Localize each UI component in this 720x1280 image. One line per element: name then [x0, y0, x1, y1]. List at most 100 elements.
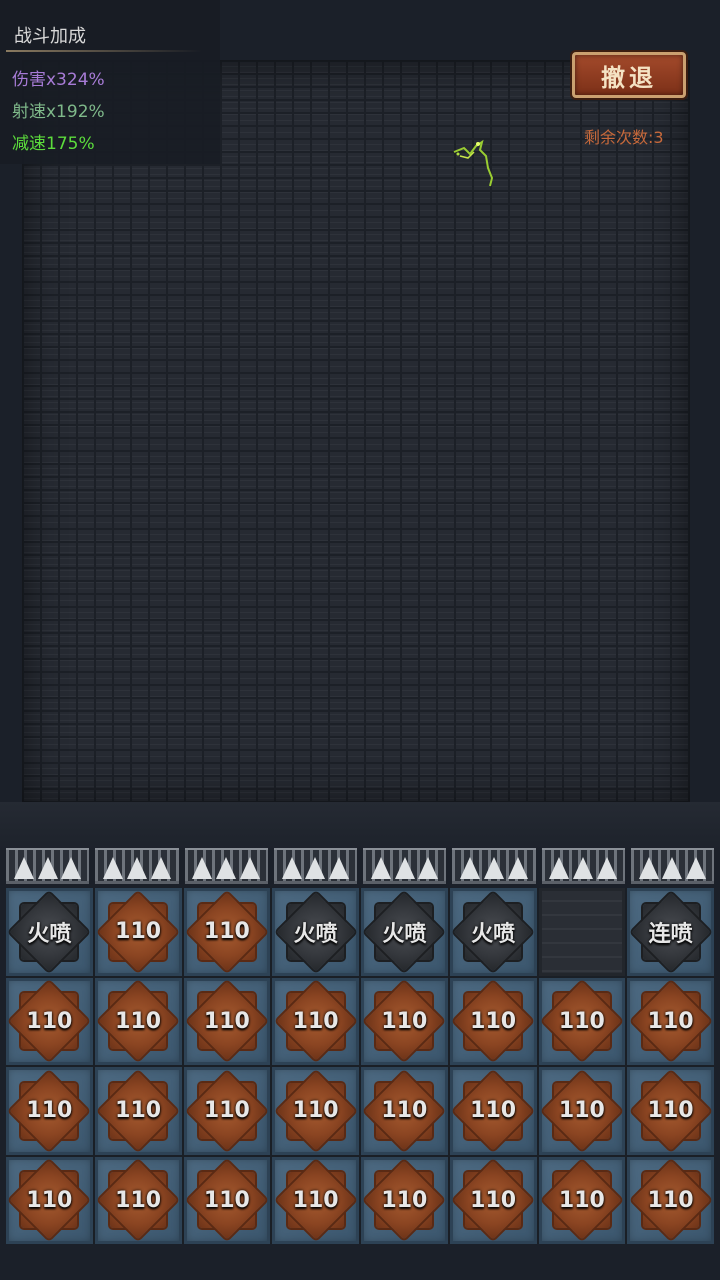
tower-label: 110	[558, 1187, 605, 1213]
tower-label: 110	[115, 1008, 162, 1034]
spike-icon	[239, 857, 260, 879]
tower-label: 110	[203, 919, 250, 945]
tower-slot[interactable]: 110	[538, 1067, 626, 1155]
empty-slot[interactable]	[538, 888, 626, 976]
tower-slot[interactable]: 110	[361, 977, 448, 1065]
tower-slot[interactable]: 110	[94, 977, 182, 1065]
tower-label: 110	[381, 1008, 428, 1034]
spike-segment	[273, 848, 357, 884]
tower-label: 110	[470, 1008, 517, 1034]
spike-icon	[573, 857, 594, 879]
spike-icon	[13, 857, 34, 879]
tower-label: 110	[558, 1008, 605, 1034]
tower-slot[interactable]: 110	[449, 1156, 537, 1244]
spike-icon	[37, 857, 58, 879]
tower-slot[interactable]: 110	[6, 977, 93, 1065]
spike-icon	[596, 857, 617, 879]
tower-slot[interactable]: 火喷	[6, 888, 93, 976]
tower-slot[interactable]: 连喷	[627, 888, 714, 976]
spike-segment	[541, 848, 625, 884]
tower-label: 110	[470, 1187, 517, 1213]
spike-icon	[662, 857, 683, 879]
spike-icon	[150, 857, 171, 879]
tower-slot[interactable]: 110	[94, 1067, 182, 1155]
spike-icon	[549, 857, 570, 879]
spike-segment	[95, 848, 179, 884]
tower-slot[interactable]: 110	[361, 1067, 448, 1155]
tower-label: 110	[470, 1098, 517, 1124]
spike-icon	[686, 857, 707, 879]
tower-label: 110	[203, 1008, 250, 1034]
spike-icon	[460, 857, 481, 879]
tower-label: 火喷	[293, 921, 338, 947]
spike-icon	[394, 857, 415, 879]
tower-slot[interactable]: 110	[538, 977, 626, 1065]
tower-label: 火喷	[382, 921, 427, 947]
spike-icon	[483, 857, 504, 879]
remaining-attempts: 剩余次数:3	[584, 128, 664, 147]
tower-slot[interactable]: 110	[6, 1156, 93, 1244]
spike-icon	[638, 857, 659, 879]
spike-segment	[6, 848, 90, 884]
enemy-spark-effect	[453, 139, 494, 187]
fire-rate-bonus: 射速x192%	[12, 102, 105, 122]
tower-slot[interactable]: 110	[272, 977, 359, 1065]
spike-icon	[281, 857, 302, 879]
tower-slot[interactable]: 火喷	[449, 888, 537, 976]
tower-label: 110	[292, 1098, 339, 1124]
arena-floor	[0, 802, 720, 850]
tower-slot[interactable]: 110	[94, 1156, 182, 1244]
tower-label: 110	[115, 919, 162, 945]
spike-icon	[192, 857, 213, 879]
tower-slot[interactable]: 110	[272, 1067, 359, 1155]
tower-label: 110	[26, 1098, 73, 1124]
combat-bonus-title: 战斗加成	[14, 26, 86, 47]
spike-icon	[61, 857, 82, 879]
tower-label: 110	[647, 1098, 694, 1124]
tower-slot[interactable]: 110	[183, 1156, 271, 1244]
battle-arena	[22, 60, 690, 802]
tower-slot[interactable]: 火喷	[361, 888, 448, 976]
spike-icon	[418, 857, 439, 879]
spike-icon	[126, 857, 147, 879]
tower-label: 110	[558, 1098, 605, 1124]
slow-bonus: 减速175%	[12, 134, 95, 154]
spike-icon	[216, 857, 237, 879]
tower-label: 110	[292, 1008, 339, 1034]
spike-icon	[507, 857, 528, 879]
tower-grid: 火喷 110 110 火喷 火喷 火喷 连喷 110 110 110 110 110 110 110 110…	[6, 888, 714, 1244]
tower-slot[interactable]: 110	[183, 977, 271, 1065]
tower-label: 110	[26, 1187, 73, 1213]
tower-label: 火喷	[471, 921, 516, 947]
tower-slot[interactable]: 110	[183, 1067, 271, 1155]
tower-slot[interactable]: 110	[449, 1067, 537, 1155]
tower-slot[interactable]: 110	[94, 888, 182, 976]
tower-slot[interactable]: 110	[538, 1156, 626, 1244]
retreat-button[interactable]: 撤退	[572, 52, 686, 98]
spike-icon	[329, 857, 350, 879]
tower-slot[interactable]: 110	[272, 1156, 359, 1244]
tower-label: 110	[115, 1187, 162, 1213]
tower-label: 110	[203, 1098, 250, 1124]
spike-segment	[363, 848, 447, 884]
tower-slot[interactable]: 110	[627, 977, 714, 1065]
divider	[6, 50, 202, 52]
tower-slot[interactable]: 110	[627, 1067, 714, 1155]
tower-slot[interactable]: 110	[6, 1067, 93, 1155]
tower-slot[interactable]: 110	[627, 1156, 714, 1244]
tower-label: 火喷	[27, 921, 72, 947]
tower-label: 110	[647, 1008, 694, 1034]
tower-label: 110	[647, 1187, 694, 1213]
combat-bonus-panel: 战斗加成 伤害x324% 射速x192% 减速175%	[0, 0, 220, 164]
spike-segment	[184, 848, 268, 884]
tower-slot[interactable]: 110	[449, 977, 537, 1065]
spike-icon	[103, 857, 124, 879]
spike-barrier	[6, 848, 714, 886]
tower-slot[interactable]: 110	[361, 1156, 448, 1244]
tower-label: 110	[381, 1187, 428, 1213]
tower-slot[interactable]: 火喷	[272, 888, 359, 976]
tower-label: 连喷	[648, 921, 693, 947]
tower-label: 110	[26, 1008, 73, 1034]
tower-slot[interactable]: 110	[183, 888, 271, 976]
tower-label: 110	[292, 1187, 339, 1213]
